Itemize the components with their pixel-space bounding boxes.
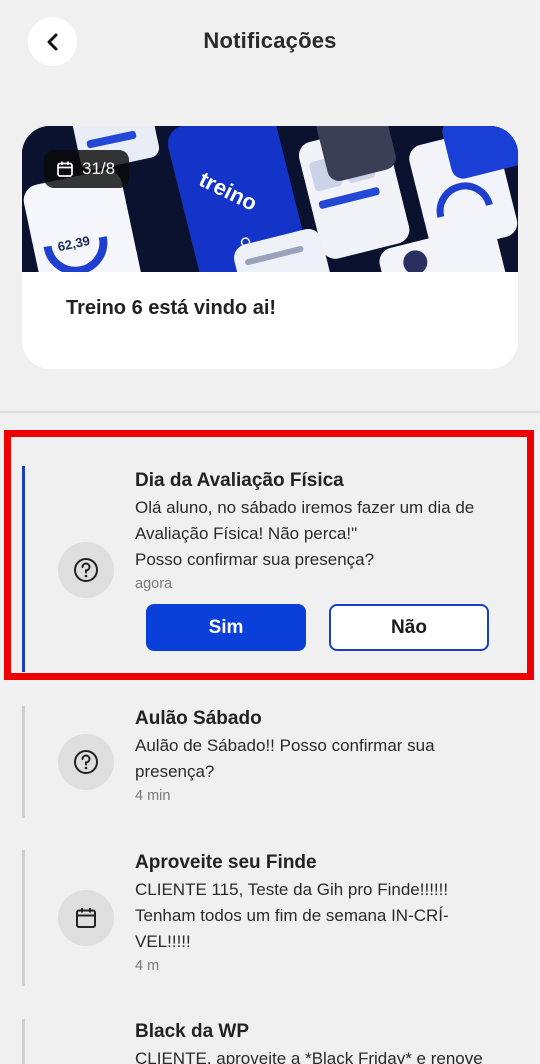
notification-message: Olá aluno, no sábado iremos fazer um dia… (135, 498, 475, 569)
banner-card[interactable]: 62,39 treino 31/8 Treino 6 está vindo ai… (22, 126, 518, 369)
notification-content: Dia da Avaliação Física Olá aluno, no sá… (135, 468, 510, 594)
notification-icon-circle (58, 890, 114, 946)
date-badge: 31/8 (44, 150, 130, 188)
yes-button[interactable]: Sim (146, 604, 306, 651)
notification-icon-circle (58, 542, 114, 598)
notification-title: Aulão Sábado (135, 708, 262, 729)
notification-indicator (22, 850, 25, 986)
notification-indicator (22, 1019, 25, 1064)
notification-time: agora (135, 576, 173, 592)
notification-message: CLIENTE, aproveite a *Black Friday* e re… (135, 1049, 483, 1064)
banner-image: 62,39 treino 31/8 (22, 126, 518, 272)
response-buttons: Sim Não (146, 604, 489, 651)
notification-title: Black da WP (135, 1021, 250, 1042)
notification-icon-circle (58, 734, 114, 790)
notification-title: Dia da Avaliação Física (135, 470, 344, 491)
question-icon (74, 558, 98, 582)
notification-time: 4 m (135, 958, 160, 974)
notification-time: 4 min (135, 788, 171, 804)
no-button[interactable]: Não (329, 604, 489, 651)
notification-message: CLIENTE 115, Teste da Gih pro Finde!!!!!… (135, 880, 449, 951)
calendar-icon (57, 161, 73, 177)
divider (0, 411, 540, 413)
notification-content: Black da WP CLIENTE, aproveite a *Black … (135, 1019, 510, 1064)
notification-message: Aulão de Sábado!! Posso confirmar sua pr… (135, 736, 435, 781)
notification-indicator (22, 466, 25, 672)
app-mockups-illustration: 62,39 treino (22, 126, 518, 272)
page-title: Notificações (203, 28, 337, 53)
header: Notificações (0, 0, 540, 84)
notification-title: Aproveite seu Finde (135, 852, 317, 873)
banner-title: Treino 6 está vindo ai! (66, 297, 277, 319)
calendar-icon (76, 908, 96, 928)
notification-indicator (22, 706, 25, 818)
notification-content: Aulão Sábado Aulão de Sábado!! Posso con… (135, 706, 510, 806)
question-icon (74, 750, 98, 774)
notification-item[interactable]: Black da WP CLIENTE, aproveite a *Black … (22, 1019, 518, 1064)
notification-item[interactable]: Aproveite seu Finde CLIENTE 115, Teste d… (22, 850, 518, 986)
notification-content: Aproveite seu Finde CLIENTE 115, Teste d… (135, 850, 510, 976)
notification-item[interactable]: Aulão Sábado Aulão de Sábado!! Posso con… (22, 706, 518, 818)
date-text: 31/8 (82, 159, 116, 178)
notification-item[interactable]: Dia da Avaliação Física Olá aluno, no sá… (22, 466, 518, 672)
